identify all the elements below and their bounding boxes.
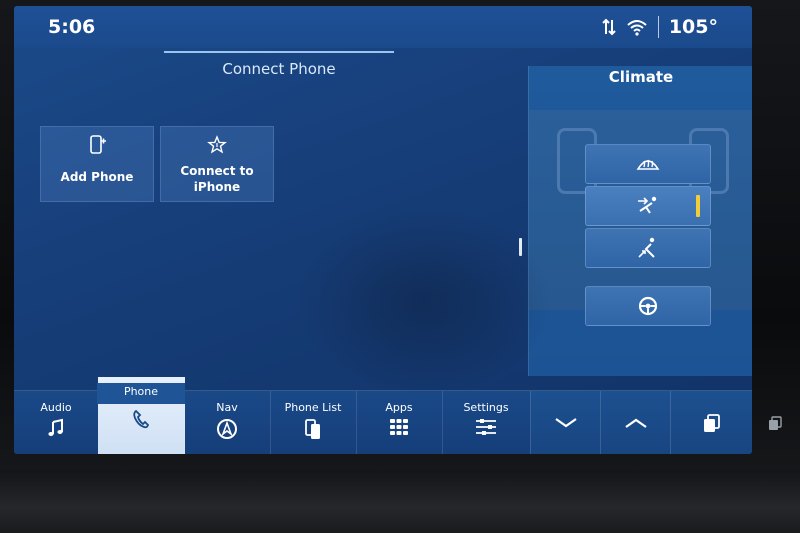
heated-wheel-button[interactable] — [585, 286, 711, 326]
bezel-layers-icon — [769, 416, 782, 430]
apps-grid-icon — [390, 419, 408, 435]
defrost-icon — [636, 159, 660, 170]
nav-settings-label: Settings — [463, 401, 509, 414]
nav-phone[interactable]: Phone — [97, 377, 185, 454]
bezel-bottom-trim — [0, 470, 800, 533]
nav-apps-label: Apps — [385, 401, 413, 414]
carplay-star-icon — [207, 135, 227, 154]
fan-up-button[interactable] — [600, 391, 671, 454]
nav-navigation[interactable]: Nav — [184, 391, 271, 454]
connect-iphone-label: Connect to iPhone — [161, 163, 273, 195]
connect-iphone-button[interactable]: Connect to iPhone — [160, 126, 274, 202]
add-phone-label: Add Phone — [60, 170, 134, 184]
connect-iphone-line2: iPhone — [193, 180, 241, 194]
navigation-arrow-icon — [217, 419, 237, 439]
climate-panel: Climate — [528, 66, 752, 376]
selected-mode-indicator — [696, 195, 700, 217]
nav-phone-label: Phone — [97, 383, 185, 404]
nav-apps[interactable]: Apps — [356, 391, 443, 454]
phone-list-icon — [305, 419, 320, 439]
infotainment-screen: 5:06 105° Connect Phone Add Phone Connec… — [14, 6, 752, 454]
nav-navigation-label: Nav — [216, 401, 238, 414]
layers-icon — [704, 414, 720, 432]
nav-phone-list[interactable]: Phone List — [270, 391, 357, 454]
bottom-nav-bar: Audio Phone Nav Phone List Apps Settings — [14, 377, 752, 454]
phone-handset-icon — [133, 409, 150, 429]
add-phone-icon — [90, 135, 106, 154]
outside-temperature: 105° — [668, 16, 718, 38]
music-note-icon — [48, 418, 63, 436]
status-divider — [657, 16, 659, 38]
chevron-up-icon — [625, 418, 647, 428]
panel-vent-icon — [638, 196, 657, 214]
view-switch-button[interactable] — [670, 391, 752, 454]
connect-iphone-line1: Connect to — [180, 164, 254, 178]
panel-vent-mode-button[interactable] — [585, 186, 711, 226]
chevron-down-icon — [555, 418, 577, 428]
wifi-icon — [627, 20, 647, 36]
panel-header-line — [164, 51, 394, 53]
floor-vent-mode-button[interactable] — [585, 228, 711, 268]
defrost-mode-button[interactable] — [585, 144, 711, 184]
add-phone-button[interactable]: Add Phone — [40, 126, 154, 202]
status-icons: 105° — [602, 16, 718, 38]
fan-down-button[interactable] — [530, 391, 601, 454]
nav-settings[interactable]: Settings — [442, 391, 531, 454]
status-bar: 5:06 105° — [14, 6, 752, 48]
climate-title: Climate — [608, 68, 674, 86]
nav-phone-list-label: Phone List — [284, 401, 342, 414]
scrollbar-thumb[interactable] — [519, 238, 522, 256]
nav-audio-label: Audio — [40, 401, 72, 414]
panel-title: Connect Phone — [222, 60, 336, 78]
sliders-icon — [476, 419, 496, 435]
clock: 5:06 — [48, 16, 96, 38]
nav-audio[interactable]: Audio — [14, 391, 99, 454]
heated-steering-wheel-icon — [638, 296, 658, 316]
data-transfer-icon — [602, 18, 616, 36]
connect-phone-panel: Connect Phone Add Phone Connect to iPhon… — [14, 48, 528, 376]
floor-vent-icon — [638, 237, 655, 258]
